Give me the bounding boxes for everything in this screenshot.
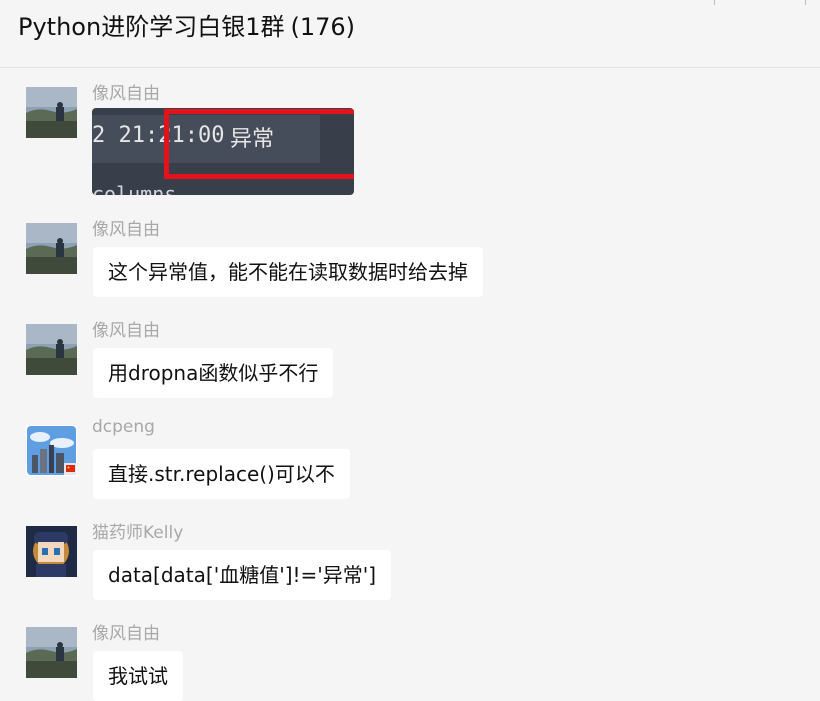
message-bubble[interactable]: 直接.str.replace()可以不 <box>93 449 350 499</box>
sender-name: 像风自由 <box>92 220 160 240</box>
sender-name: dcpeng <box>92 417 155 437</box>
city-skyline-avatar[interactable] <box>26 425 77 476</box>
member-count: (176) <box>290 13 356 41</box>
landscape-avatar[interactable] <box>26 324 77 375</box>
landscape-avatar[interactable] <box>26 627 77 678</box>
landscape-avatar[interactable] <box>26 87 77 138</box>
sender-name: 像风自由 <box>92 84 160 104</box>
image-code-text: columns <box>92 182 177 195</box>
message-bubble[interactable]: 这个异常值，能不能在读取数据时给去掉 <box>93 247 483 297</box>
header-divider <box>805 0 806 5</box>
sender-name: 猫药师Kelly <box>92 523 184 543</box>
sender-name: 像风自由 <box>92 321 160 341</box>
sender-name: 像风自由 <box>92 624 160 644</box>
red-highlight-box <box>164 109 354 179</box>
image-message[interactable]: 2 21:21:00 异常 columns <box>92 108 354 195</box>
chat-title[interactable]: Python进阶学习白银1群 (176) <box>18 7 355 42</box>
landscape-avatar[interactable] <box>26 223 77 274</box>
chat-header: Python进阶学习白银1群 (176) <box>0 0 820 68</box>
message-bubble[interactable]: 用dropna函数似乎不行 <box>93 348 334 398</box>
header-divider <box>714 0 715 5</box>
message-bubble[interactable]: data[data['血糖值']!='异常'] <box>93 550 392 600</box>
anime-character-avatar[interactable] <box>26 526 77 577</box>
group-name: Python进阶学习白银1群 <box>18 13 285 41</box>
